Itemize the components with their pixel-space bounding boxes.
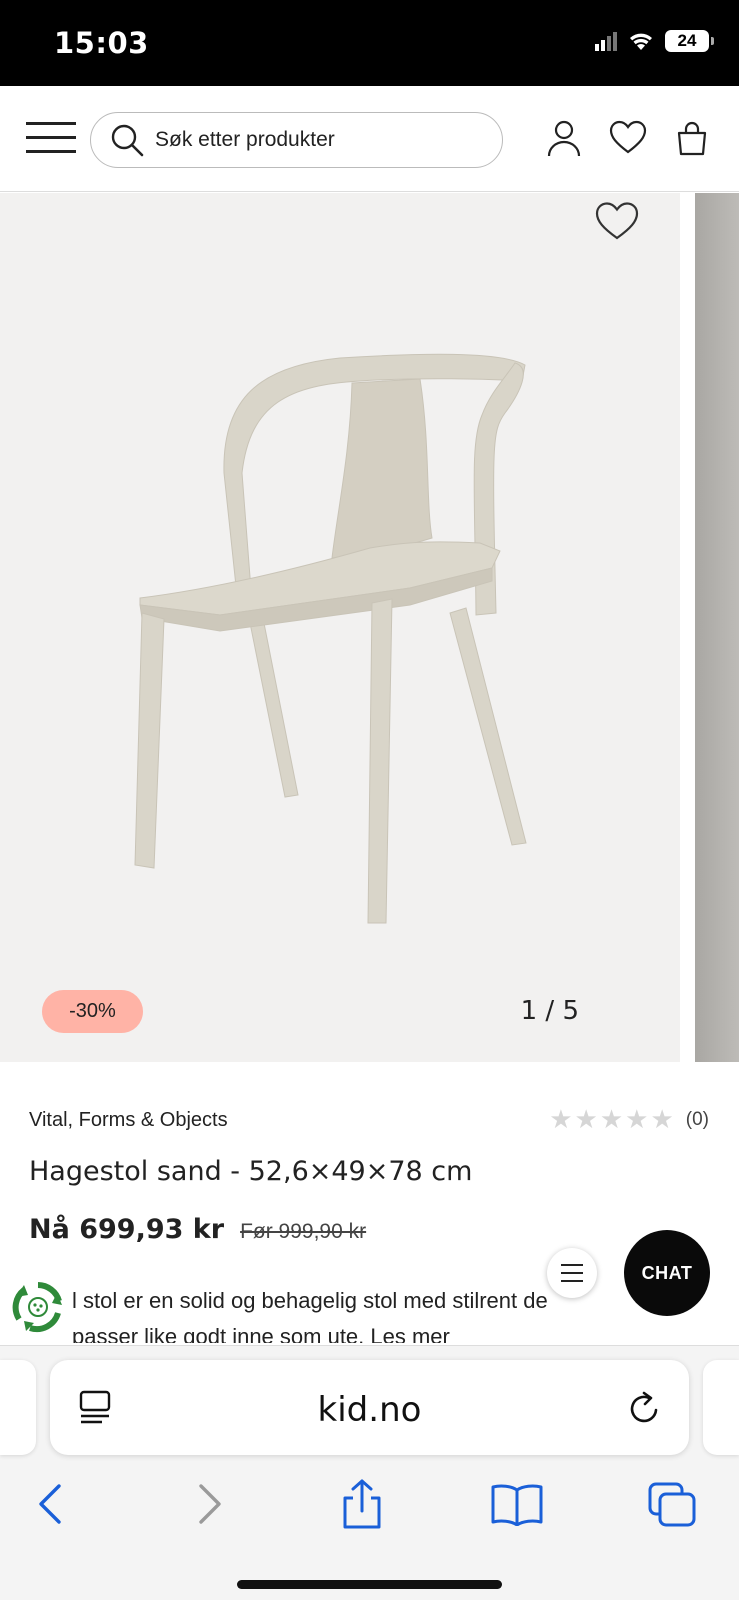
cart-icon[interactable]: [672, 118, 712, 158]
account-icon[interactable]: [544, 118, 584, 158]
home-indicator: [237, 1580, 502, 1589]
status-bar: 15:03 24: [0, 0, 739, 86]
bookmarks-button[interactable]: [487, 1474, 547, 1534]
status-time: 15:03: [54, 26, 149, 60]
product-rating[interactable]: ★ ★ ★ ★ ★ (0): [549, 1107, 709, 1133]
previous-price: Før 999,90 kr: [240, 1220, 367, 1243]
product-image[interactable]: -30% 1 / 5: [0, 193, 680, 1062]
site-header: [0, 86, 739, 192]
tabs-icon: [648, 1482, 696, 1527]
rating-count: (0): [685, 1109, 709, 1130]
star-icon: ★: [599, 1105, 624, 1135]
search-input[interactable]: [155, 128, 485, 152]
search-bar[interactable]: [90, 112, 503, 168]
chevron-left-icon: [39, 1484, 61, 1524]
description-line-2[interactable]: passer like godt inne som ute. Les mer: [72, 1319, 642, 1343]
star-icon: ★: [625, 1105, 649, 1135]
address-bar[interactable]: kid.no: [50, 1360, 689, 1455]
back-button[interactable]: [20, 1474, 80, 1534]
product-gallery[interactable]: -30% 1 / 5: [0, 193, 739, 1062]
list-menu-button[interactable]: [547, 1248, 597, 1298]
wifi-icon: [630, 33, 652, 50]
url-text: kid.no: [317, 1390, 422, 1430]
price-row: Nå 699,93 kr Før 999,90 kr: [29, 1214, 366, 1245]
product-brand[interactable]: Vital, Forms & Objects: [29, 1109, 228, 1132]
discount-badge: -30%: [42, 990, 143, 1033]
recycle-icon[interactable]: [12, 1281, 64, 1333]
current-price: Nå 699,93 kr: [29, 1214, 225, 1245]
battery-icon: 24: [665, 30, 714, 52]
chat-button[interactable]: CHAT: [624, 1230, 710, 1316]
tabs-button[interactable]: [642, 1474, 702, 1534]
share-icon: [343, 1479, 381, 1529]
status-icons: 24: [595, 30, 714, 52]
wishlist-icon[interactable]: [608, 118, 648, 158]
next-tab[interactable]: [703, 1360, 739, 1455]
list-icon: [561, 1264, 583, 1282]
previous-tab[interactable]: [0, 1360, 36, 1455]
chevron-right-icon: [199, 1484, 221, 1524]
forward-button[interactable]: [180, 1474, 240, 1534]
chair-image: [134, 353, 527, 924]
book-icon: [491, 1484, 543, 1526]
cellular-signal-icon: [595, 31, 617, 51]
image-counter: 1 / 5: [520, 996, 579, 1026]
browser-toolbar: kid.no: [0, 1345, 739, 1600]
browser-nav: [0, 1474, 739, 1534]
star-icon: ★: [549, 1105, 573, 1135]
star-icon: ★: [574, 1105, 598, 1135]
product-title: Hagestol sand - 52,6×49×78 cm: [29, 1156, 473, 1187]
add-to-wishlist-icon[interactable]: [592, 199, 642, 243]
next-image-preview[interactable]: [695, 193, 739, 1062]
reload-icon[interactable]: [625, 1388, 663, 1428]
share-button[interactable]: [332, 1474, 392, 1534]
star-icon: ★: [650, 1105, 674, 1135]
search-icon: [111, 124, 144, 157]
menu-icon[interactable]: [26, 122, 76, 154]
